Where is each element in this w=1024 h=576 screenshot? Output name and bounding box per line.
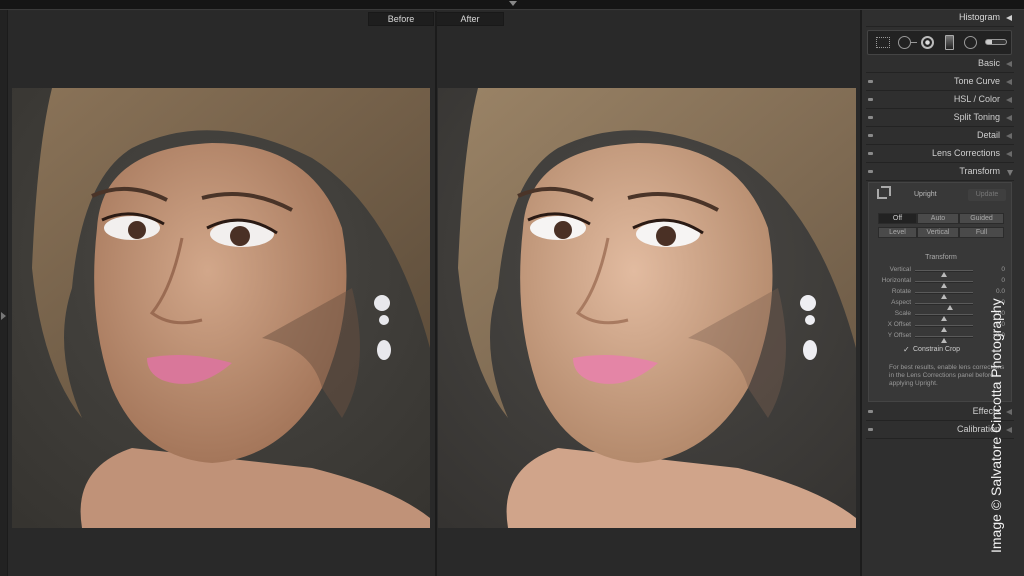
show-top-panel-arrow-icon[interactable] bbox=[509, 1, 517, 6]
section-lens-corrections[interactable]: Lens Corrections bbox=[866, 146, 1014, 163]
after-label: After bbox=[436, 12, 504, 26]
section-basic[interactable]: Basic bbox=[866, 56, 1014, 73]
panel-switch-icon[interactable] bbox=[868, 410, 873, 413]
slider-label: Horizontal bbox=[881, 277, 911, 284]
update-button[interactable]: Update bbox=[968, 189, 1006, 201]
slider-track[interactable] bbox=[915, 270, 973, 277]
slider-label: Scale bbox=[894, 310, 911, 317]
section-title: Tone Curve bbox=[953, 76, 1000, 86]
slider-label: Vertical bbox=[889, 266, 911, 273]
panel-switch-icon[interactable] bbox=[868, 80, 873, 83]
upright-label: Upright bbox=[914, 191, 937, 198]
slider-label: Y Offset bbox=[887, 332, 911, 339]
section-hsl-color[interactable]: HSL / Color bbox=[866, 92, 1014, 109]
adjustment-brush-icon[interactable] bbox=[985, 39, 1007, 45]
before-after-viewer: Before After bbox=[8, 11, 860, 576]
upright-level-button[interactable]: Level bbox=[878, 227, 917, 238]
crop-overlay-icon[interactable] bbox=[876, 37, 890, 48]
portrait-image-before bbox=[12, 88, 430, 528]
section-title: HSL / Color bbox=[953, 94, 1000, 104]
radial-filter-icon[interactable] bbox=[964, 36, 977, 49]
before-photo[interactable] bbox=[12, 88, 430, 528]
tool-strip bbox=[867, 30, 1012, 55]
panel-switch-icon[interactable] bbox=[868, 134, 873, 137]
panel-switch-icon[interactable] bbox=[868, 98, 873, 101]
show-left-panel-arrow-icon[interactable] bbox=[1, 312, 6, 320]
upright-guided-button[interactable]: Guided bbox=[959, 213, 1004, 224]
panel-switch-icon[interactable] bbox=[868, 116, 873, 119]
section-title: Transform bbox=[959, 166, 1000, 176]
panel-switch-icon[interactable] bbox=[868, 152, 873, 155]
upright-vertical-button[interactable]: Vertical bbox=[917, 227, 959, 238]
upright-full-button[interactable]: Full bbox=[959, 227, 1004, 238]
panel-switch-icon[interactable] bbox=[868, 170, 873, 173]
section-title: Lens Corrections bbox=[931, 148, 1000, 158]
before-label: Before bbox=[368, 12, 434, 26]
upright-off-button[interactable]: Off bbox=[878, 213, 917, 224]
spot-removal-tail bbox=[911, 42, 917, 43]
slider-label: Aspect bbox=[891, 299, 911, 306]
expand-triangle-icon[interactable] bbox=[1006, 151, 1012, 157]
slider-track[interactable] bbox=[915, 303, 973, 310]
slider-track[interactable] bbox=[915, 314, 973, 321]
slider-thumb[interactable] bbox=[941, 338, 947, 343]
expand-triangle-icon[interactable] bbox=[1006, 97, 1012, 103]
section-title: Basic bbox=[977, 58, 1000, 68]
top-panel-strip bbox=[0, 0, 1024, 10]
expand-triangle-icon[interactable] bbox=[1006, 79, 1012, 85]
histogram-header[interactable]: Histogram bbox=[866, 10, 1014, 27]
section-transform[interactable]: Transform bbox=[866, 164, 1014, 181]
collapse-triangle-icon[interactable] bbox=[1007, 170, 1013, 176]
section-tone-curve[interactable]: Tone Curve bbox=[866, 74, 1014, 91]
section-detail[interactable]: Detail bbox=[866, 128, 1014, 145]
collapse-triangle-icon[interactable] bbox=[1006, 15, 1012, 21]
slider-label: Rotate bbox=[891, 288, 911, 295]
red-eye-icon[interactable] bbox=[921, 36, 934, 49]
expand-triangle-icon[interactable] bbox=[1006, 115, 1012, 121]
slider-value[interactable]: 0 bbox=[1001, 266, 1005, 273]
histogram-title: Histogram bbox=[958, 12, 1000, 22]
expand-triangle-icon[interactable] bbox=[1006, 61, 1012, 67]
graduated-filter-icon[interactable] bbox=[945, 35, 954, 50]
left-panel-strip bbox=[0, 10, 8, 576]
slider-track[interactable] bbox=[915, 281, 973, 288]
slider-label: X Offset bbox=[887, 321, 911, 328]
section-title: Split Toning bbox=[953, 112, 1000, 122]
section-split-toning[interactable]: Split Toning bbox=[866, 110, 1014, 127]
expand-triangle-icon[interactable] bbox=[1006, 133, 1012, 139]
transform-subheading: Transform bbox=[925, 254, 957, 261]
constrain-crop-label: Constrain Crop bbox=[913, 346, 961, 353]
constrain-crop-checkbox[interactable]: ✓ bbox=[903, 346, 910, 354]
section-title: Detail bbox=[976, 130, 1000, 140]
panel-switch-icon[interactable] bbox=[868, 428, 873, 431]
spot-removal-icon[interactable] bbox=[898, 36, 911, 49]
portrait-image-after bbox=[438, 88, 856, 528]
slider-track[interactable] bbox=[915, 292, 973, 299]
guided-upright-tool-icon[interactable] bbox=[877, 186, 891, 199]
slider-track[interactable] bbox=[915, 336, 973, 343]
watermark-credit: Image © Salvatore Cincotta Photography bbox=[988, 298, 1004, 553]
upright-auto-button[interactable]: Auto bbox=[917, 213, 959, 224]
slider-track[interactable] bbox=[915, 325, 973, 332]
after-photo[interactable] bbox=[438, 88, 856, 528]
viewer-divider bbox=[435, 11, 437, 576]
